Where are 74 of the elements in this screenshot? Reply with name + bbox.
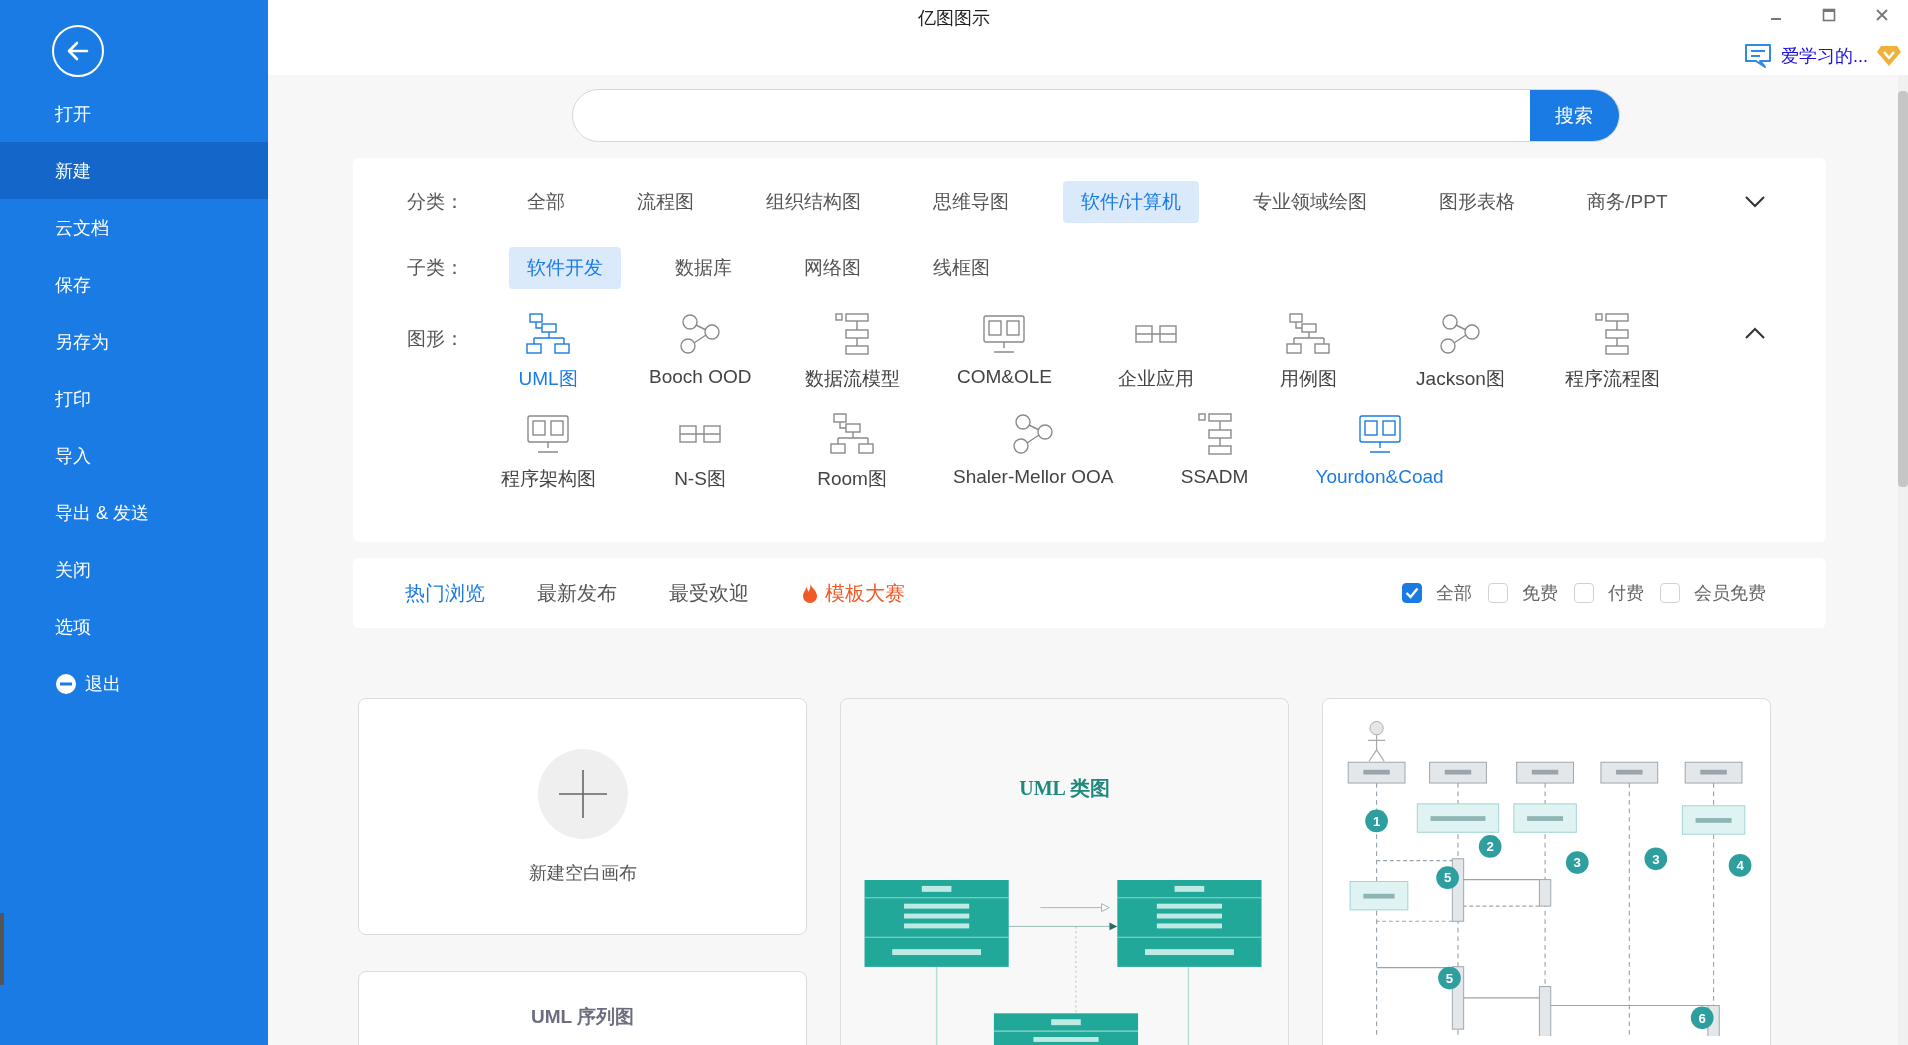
category-tab[interactable]: 思维导图	[915, 181, 1027, 223]
chevron-down-icon[interactable]	[1744, 195, 1766, 209]
diagram-icon	[828, 412, 876, 456]
template-card[interactable]: UML 类图	[840, 698, 1289, 1045]
sidebar-item[interactable]: 导出 & 发送	[0, 484, 268, 541]
shape-type-item[interactable]: COM&OLE	[945, 312, 1064, 392]
category-tab[interactable]: 专业领域绘图	[1235, 181, 1386, 223]
checkbox-label[interactable]: 全部	[1436, 581, 1472, 605]
minimize-icon	[1770, 18, 1781, 20]
search-field[interactable]: 搜索	[571, 89, 1620, 142]
shape-type-item[interactable]: 程序流程图	[1553, 312, 1672, 392]
category-tab[interactable]: 全部	[509, 181, 583, 223]
subcategory-tab[interactable]: 网络图	[786, 247, 879, 289]
category-label: 分类：	[407, 190, 465, 214]
user-name[interactable]: 爱学习的...	[1781, 44, 1868, 68]
sidebar-item[interactable]: 打印	[0, 370, 268, 427]
template-tab[interactable]: 最新发布	[537, 579, 617, 607]
card-label: 新建空白画布	[528, 861, 637, 885]
maximize-icon	[1821, 8, 1836, 22]
sidebar-item[interactable]: 保存	[0, 256, 268, 313]
close-icon	[1874, 8, 1889, 22]
shape-type-item[interactable]: UML图	[489, 312, 607, 392]
diagram-icon	[1284, 312, 1333, 356]
category-tab[interactable]: 软件/计算机	[1063, 181, 1200, 223]
diagram-icon	[524, 412, 572, 456]
shape-type-item[interactable]: 数据流模型	[793, 312, 912, 392]
shape-type-item[interactable]: Room图	[793, 412, 911, 492]
sidebar-item[interactable]: 导入	[0, 427, 268, 484]
template-card[interactable]: UML 序列图	[358, 971, 807, 1045]
template-tab[interactable]: 最受欢迎	[669, 579, 749, 607]
scrollbar[interactable]	[1898, 75, 1908, 1045]
checkbox[interactable]	[1402, 583, 1422, 603]
shape-type-item[interactable]: 程序架构图	[489, 412, 607, 492]
sidebar-item[interactable]: 选项	[0, 598, 268, 655]
subcategory-label: 子类：	[407, 256, 465, 280]
shape-type-item[interactable]: 企业应用	[1097, 312, 1216, 392]
flame-icon	[801, 582, 819, 604]
window-edge-handle	[0, 913, 4, 985]
diamond-icon	[1876, 44, 1902, 68]
sidebar-item[interactable]: 云文档	[0, 199, 268, 256]
shape-type-item[interactable]: Yourdon&Coad	[1307, 412, 1452, 492]
card-title: UML 类图	[1019, 776, 1110, 801]
checkbox-label[interactable]: 免费	[1522, 581, 1558, 605]
card-title: UML 序列图	[530, 1005, 635, 1029]
shape-type-item[interactable]: Jackson图	[1401, 312, 1520, 392]
new-blank-card[interactable]: 新建空白画布	[358, 698, 807, 935]
diagram-icon	[524, 312, 572, 356]
checkbox-label[interactable]: 付费	[1608, 581, 1644, 605]
window-title: 亿图图示	[918, 7, 990, 30]
sidebar-item[interactable]: 关闭	[0, 541, 268, 598]
template-tab[interactable]: 热门浏览	[405, 579, 485, 607]
sidebar-item[interactable]: 新建	[0, 142, 268, 199]
shape-type-item[interactable]: 用例图	[1249, 312, 1368, 392]
checkbox-label[interactable]: 会员免费	[1694, 581, 1766, 605]
plus-icon	[537, 748, 628, 839]
shape-type-item[interactable]: Booch OOD	[641, 312, 760, 392]
shape-type-item[interactable]: N-S图	[641, 412, 759, 492]
sidebar-item[interactable]: 另存为	[0, 313, 268, 370]
subcategory-tab[interactable]: 线框图	[915, 247, 1008, 289]
category-tab[interactable]: 商务/PPT	[1569, 181, 1686, 223]
sidebar-item[interactable]: 打开	[0, 85, 268, 142]
shapes-label: 图形：	[407, 327, 465, 351]
shape-type-item[interactable]: SSADM	[1155, 412, 1274, 492]
category-tab[interactable]: 流程图	[619, 181, 712, 223]
chat-icon[interactable]	[1743, 42, 1773, 70]
search-button[interactable]: 搜索	[1529, 90, 1619, 141]
shape-type-item[interactable]: Shaler-Mellor OOA	[945, 412, 1122, 492]
minus-circle-icon	[55, 672, 77, 695]
category-tab[interactable]: 图形表格	[1421, 181, 1534, 223]
category-tab[interactable]: 组织结构图	[748, 181, 879, 223]
back-button[interactable]	[52, 25, 104, 77]
sidebar-item[interactable]: 退出	[0, 655, 268, 712]
chevron-up-icon[interactable]	[1744, 326, 1766, 340]
subcategory-tab[interactable]: 数据库	[657, 247, 750, 289]
